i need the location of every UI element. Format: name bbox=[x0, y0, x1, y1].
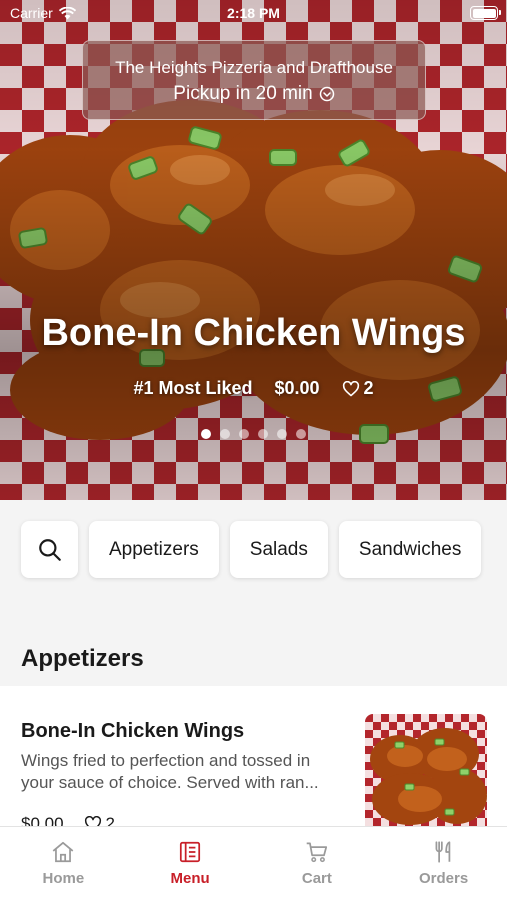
store-name: The Heights Pizzeria and Drafthouse bbox=[115, 58, 393, 77]
fork-knife-icon bbox=[435, 841, 450, 863]
pickup-time: Pickup in 20 min bbox=[173, 83, 334, 105]
heart-icon bbox=[342, 380, 359, 396]
carousel-dot[interactable] bbox=[220, 429, 230, 439]
heart-icon bbox=[84, 816, 101, 826]
hero-banner[interactable]: Carrier 2:18 PM The Heights Pizzeria and… bbox=[0, 0, 507, 500]
pickup-label: Pickup in 20 min bbox=[173, 83, 313, 104]
tab-menu[interactable]: Menu bbox=[127, 827, 254, 900]
carousel-dots[interactable] bbox=[0, 429, 507, 439]
carousel-dot[interactable] bbox=[296, 429, 306, 439]
category-bar: Appetizers Salads Sandwiches bbox=[21, 521, 482, 578]
carousel-dot[interactable] bbox=[201, 429, 211, 439]
tab-home-label: Home bbox=[42, 870, 85, 887]
carousel-dot[interactable] bbox=[277, 429, 287, 439]
cart-icon bbox=[306, 842, 327, 863]
tab-cart-label: Cart bbox=[301, 870, 332, 887]
store-selector[interactable]: The Heights Pizzeria and Drafthouse Pick… bbox=[82, 40, 426, 120]
menu-item-likes[interactable]: 2 bbox=[84, 814, 115, 826]
home-icon bbox=[53, 841, 74, 863]
menu-item-description: Wings fried to perfection and tossed in … bbox=[21, 751, 319, 792]
tab-orders[interactable]: Orders bbox=[380, 827, 507, 900]
featured-likes[interactable]: 2 bbox=[342, 378, 374, 399]
featured-likes-count: 2 bbox=[363, 378, 374, 398]
menu-item-likes-count: 2 bbox=[105, 814, 116, 826]
carousel-dot[interactable] bbox=[239, 429, 249, 439]
menu-item-price: $0.00 bbox=[21, 814, 64, 826]
menu-item-name: Bone-In Chicken Wings bbox=[21, 720, 245, 742]
tab-menu-label: Menu bbox=[170, 870, 210, 887]
status-bar: Carrier 2:18 PM bbox=[0, 0, 507, 28]
tab-orders-label: Orders bbox=[419, 870, 469, 887]
featured-price: $0.00 bbox=[274, 378, 320, 398]
tab-bar: Home Menu Cart Orders bbox=[0, 826, 507, 900]
menu-book-icon bbox=[180, 841, 201, 863]
tab-cart[interactable]: Cart bbox=[254, 827, 381, 900]
search-button[interactable] bbox=[21, 521, 78, 578]
search-icon bbox=[38, 538, 61, 561]
featured-title: Bone-In Chicken Wings bbox=[41, 312, 466, 354]
chicken-wings-thumbnail bbox=[370, 728, 487, 825]
featured-badge: #1 Most Liked bbox=[133, 378, 253, 398]
clock: 2:18 PM bbox=[227, 5, 280, 21]
chevron-down-circle-icon bbox=[319, 86, 334, 102]
category-chip-sandwiches[interactable]: Sandwiches bbox=[338, 521, 482, 578]
menu-item-image[interactable] bbox=[365, 714, 487, 826]
menu-item-card[interactable]: Bone-In Chicken Wings Wings fried to per… bbox=[0, 686, 507, 826]
featured-meta: #1 Most Liked $0.00 2 bbox=[0, 378, 507, 399]
battery-icon bbox=[470, 6, 501, 20]
category-chip-appetizers[interactable]: Appetizers bbox=[89, 521, 219, 578]
section-title: Appetizers bbox=[21, 645, 144, 672]
menu-item-meta: $0.00 2 bbox=[21, 814, 115, 826]
tab-home[interactable]: Home bbox=[0, 827, 127, 900]
category-chip-salads[interactable]: Salads bbox=[229, 521, 328, 578]
carousel-dot[interactable] bbox=[258, 429, 268, 439]
